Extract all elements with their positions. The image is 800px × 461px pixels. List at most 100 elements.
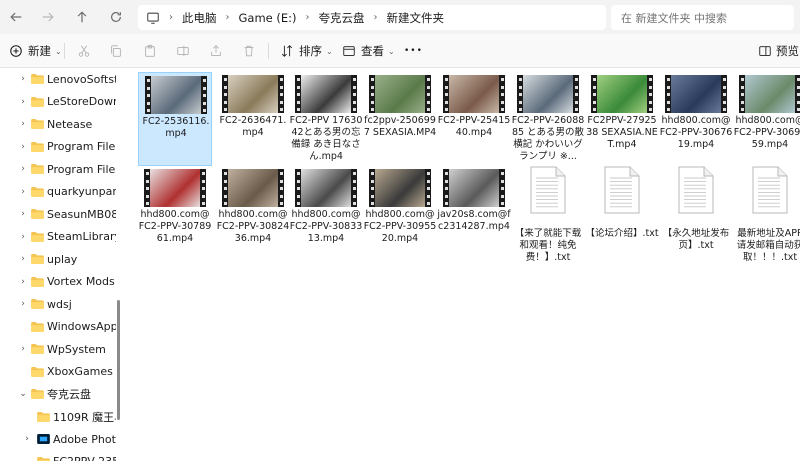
copy-button[interactable] [109,42,123,60]
file-name: FC2-PPV-2608885 とある男の散横記 かわいいグランプリ ※... [511,115,585,162]
chevron-right-icon: › [225,12,230,23]
video-file-item[interactable]: hhd800.com@FC2-PPV-3067619.mp4 [659,72,733,166]
file-name: FC2-2636471.mp4 [219,115,287,138]
rename-button[interactable] [176,42,190,60]
sidebar-item[interactable]: XboxGames [0,361,116,383]
chevron-icon[interactable]: › [22,434,32,444]
chevron-icon[interactable]: › [18,344,28,354]
chevron-icon[interactable]: › [18,187,28,197]
breadcrumb-quark[interactable]: 夸克云盘 [319,10,365,26]
video-thumbnail [369,169,431,207]
folder-icon [31,366,44,377]
video-thumbnail [665,75,727,113]
video-file-item[interactable]: jav20s8.com@fc2314287.mp4 [437,166,511,260]
chevron-icon[interactable]: › [18,232,28,242]
video-thumbnail [295,75,357,113]
sidebar-item[interactable]: › Program Files [0,136,116,158]
text-document-icon [530,166,566,214]
folder-icon [31,231,44,242]
forward-button[interactable] [38,7,58,27]
sidebar-item[interactable]: › LenovoSoftstore [0,68,116,90]
sidebar-item[interactable]: › WpSystem [0,338,116,360]
share-button[interactable] [209,42,223,60]
paste-button[interactable] [143,42,157,60]
sidebar-item-label: SteamLibrary [47,230,116,243]
file-name: hhd800.com@FC2-PPV-3078961.mp4 [138,209,212,244]
video-file-item[interactable]: hhd800.com@FC2-PPV-3083313.mp4 [289,166,363,260]
arrow-left-icon [10,12,22,22]
chevron-icon[interactable]: ⌄ [18,389,28,399]
video-file-item[interactable]: FC2PPV-2792538 SEXASIA.NET.mp4 [585,72,659,166]
chevron-icon[interactable]: › [18,74,28,84]
breadcrumb-drive[interactable]: Game (E:) [239,11,297,25]
chevron-icon[interactable]: › [18,142,28,152]
sidebar-item[interactable]: › Netease [0,113,116,135]
arrow-up-icon [77,11,87,23]
delete-button[interactable] [242,42,256,60]
sidebar-item[interactable]: › uplay [0,248,116,270]
video-file-item[interactable]: hhd800.com@FC2-PPV-3082436.mp4 [216,166,290,260]
address-box[interactable]: › 此电脑 › Game (E:) › 夸克云盘 › 新建文件夹 [138,5,606,30]
scissors-icon [78,45,90,57]
chevron-icon[interactable]: › [18,209,28,219]
new-label: 新建 [28,44,51,58]
sidebar-item[interactable]: › SteamLibrary [0,226,116,248]
sidebar-item[interactable]: › SeasunMB0803 [0,203,116,225]
sidebar-item-label: LenovoSoftstore [47,72,116,86]
sidebar-item-label: WindowsApps [47,320,116,333]
video-file-item[interactable]: FC2-PPV-2608885 とある男の散横記 かわいいグランプリ ※... [511,72,585,166]
video-file-item[interactable]: FC2-2536116.mp4 [138,72,212,166]
video-file-item[interactable]: fc2ppv-2506997 SEXASIA.MP4 [363,72,437,166]
file-name: hhd800.com@FC2-PPV-3082436.mp4 [216,209,290,244]
sidebar-item[interactable]: WindowsApps [0,316,116,338]
video-thumbnail [591,75,653,113]
text-file-item[interactable]: 【论坛介绍】.txt [585,166,659,260]
sidebar-item-label: Netease [47,117,93,131]
chevron-icon[interactable]: › [18,164,28,174]
breadcrumb-this-pc[interactable]: 此电脑 [182,10,217,26]
video-thumbnail [369,75,431,113]
video-file-item[interactable]: hhd800.com@FC2-PPV-3078961.mp4 [138,166,212,260]
video-file-item[interactable]: hhd800.com@FC2-PPV-3069359.mp4 [733,72,800,166]
sort-button[interactable]: 排序 ⌄ [280,42,333,60]
refresh-button[interactable] [106,7,126,27]
video-thumbnail [145,76,207,114]
sidebar-item[interactable]: 1109R 魔王与摊 [0,406,116,428]
video-thumbnail [295,169,357,207]
sidebar-item[interactable]: › LeStoreDownload [0,91,116,113]
view-button[interactable]: 查看 ⌄ [342,42,395,60]
chevron-icon[interactable]: › [18,119,28,129]
sidebar-scrollbar[interactable] [117,300,120,420]
video-file-item[interactable]: FC2-2636471.mp4 [216,72,290,166]
sidebar-item[interactable]: › wdsj [0,293,116,315]
video-file-item[interactable]: FC2-PPV 1763042とある男の忘備録 あき日なさん.mp4 [289,72,363,166]
sidebar-item-label: quarkyunpan [47,185,116,198]
search-input[interactable]: 在 新建文件夹 中搜索 [611,5,794,30]
video-file-item[interactable]: hhd800.com@FC2-PPV-3095520.mp4 [363,166,437,260]
chevron-icon[interactable]: › [18,277,28,287]
file-name: 最新地址及APP请发邮箱自动获取！！！.txt [736,228,800,263]
sidebar-item[interactable]: › Vortex Mods [0,271,116,293]
plus-circle-icon [10,45,22,57]
text-file-item[interactable]: 【来了就能下载和观看！纯免费！】.txt [511,166,585,263]
preview-pane-button[interactable]: 预览 [758,42,799,60]
chevron-icon[interactable]: › [18,254,28,264]
chevron-icon[interactable]: › [18,299,28,309]
text-document-icon [752,166,788,214]
sidebar-item[interactable]: ⌄ 夸克云盘 [0,383,116,405]
text-file-item[interactable]: 【永久地址发布页】.txt [659,166,733,260]
sidebar-item[interactable]: FC2PPV-23557 [0,451,116,461]
up-button[interactable] [72,7,92,27]
chevron-icon[interactable]: › [18,97,28,107]
new-button[interactable]: 新建 ⌄ [9,42,62,60]
back-button[interactable] [6,7,26,27]
sidebar-item-label: WpSystem [47,342,106,356]
text-file-item[interactable]: 最新地址及APP请发邮箱自动获取！！！.txt [733,166,800,263]
video-file-item[interactable]: FC2-PPV-2541540.mp4 [437,72,511,166]
more-options-button[interactable]: ••• [404,42,423,60]
sidebar-item[interactable]: › Adobe Photoshop [0,428,116,450]
breadcrumb-current[interactable]: 新建文件夹 [387,10,445,26]
sidebar-item[interactable]: › quarkyunpan [0,181,116,203]
sidebar-item[interactable]: › Program Files (x86) [0,158,116,180]
cut-button[interactable] [77,42,91,60]
